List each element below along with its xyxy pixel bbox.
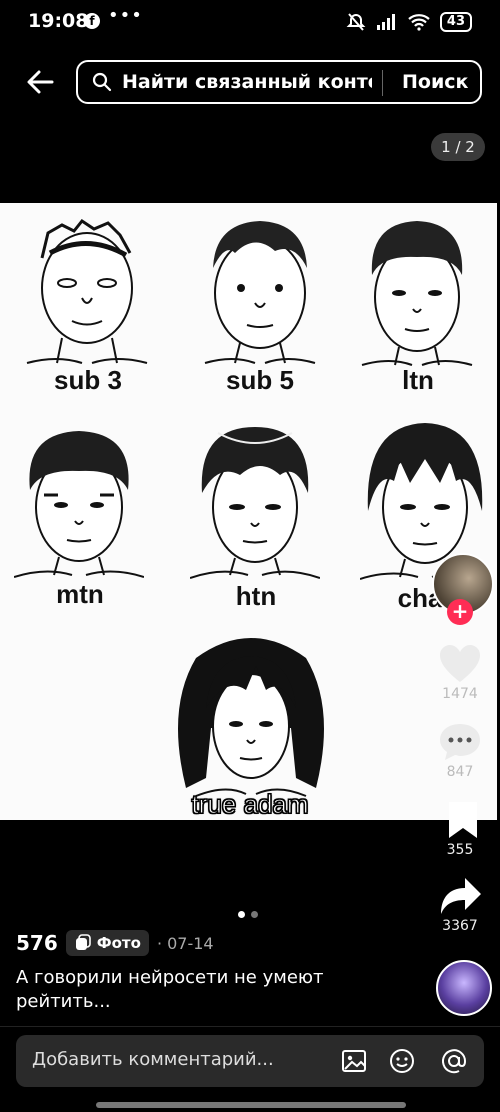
post-count: 576 bbox=[16, 931, 58, 955]
label-sub3: sub 3 bbox=[54, 365, 122, 395]
comment-icon[interactable] bbox=[438, 722, 482, 762]
divider bbox=[0, 1026, 500, 1027]
search-button[interactable]: Поиск bbox=[402, 71, 468, 93]
search-input[interactable]: Найти связанный конте... bbox=[122, 71, 372, 93]
photo-badge-label: Фото bbox=[96, 934, 141, 952]
comments-count: 847 bbox=[446, 764, 474, 780]
facebook-notification-icon: f bbox=[84, 13, 100, 29]
clock: 19:08 bbox=[28, 10, 89, 32]
label-ltn: ltn bbox=[402, 365, 434, 395]
comment-bar[interactable]: Добавить комментарий... bbox=[16, 1035, 484, 1087]
search-icon bbox=[92, 72, 112, 92]
face-mtn bbox=[14, 431, 144, 578]
music-avatar[interactable] bbox=[436, 960, 492, 1016]
label-sub5: sub 5 bbox=[226, 365, 294, 395]
label-htn: htn bbox=[235, 581, 277, 611]
post-image[interactable]: sub 3 sub 5 ltn mtn htn chad true adam bbox=[0, 203, 497, 820]
follow-plus-button[interactable]: + bbox=[447, 599, 473, 625]
photo-badge: Фото bbox=[65, 930, 149, 956]
wifi-icon bbox=[408, 14, 430, 31]
search-divider bbox=[382, 70, 383, 96]
photo-icon bbox=[75, 934, 91, 950]
at-icon[interactable] bbox=[440, 1047, 468, 1075]
back-arrow-icon[interactable] bbox=[24, 66, 56, 98]
face-htn bbox=[190, 427, 320, 579]
carousel-dot-active bbox=[238, 911, 245, 918]
shares-count: 3367 bbox=[442, 918, 478, 934]
face-true-adam bbox=[178, 638, 324, 797]
signal-icon bbox=[376, 14, 395, 30]
more-notifications-dots: ••• bbox=[108, 5, 143, 26]
image-icon[interactable] bbox=[340, 1047, 368, 1075]
saves-count: 355 bbox=[446, 842, 474, 858]
label-true-adam: true adam bbox=[191, 789, 309, 820]
post-meta: 576 Фото · 07-14 bbox=[16, 930, 214, 956]
page-indicator: 1 / 2 bbox=[431, 133, 485, 161]
carousel-dots bbox=[238, 903, 264, 922]
system-icons: 43 bbox=[346, 10, 472, 34]
face-sub3 bbox=[26, 218, 148, 364]
status-bar: 19:08 f ••• 43 bbox=[0, 0, 500, 44]
emoji-icon[interactable] bbox=[388, 1047, 416, 1075]
carousel-dot bbox=[251, 911, 258, 918]
comment-input[interactable]: Добавить комментарий... bbox=[32, 1049, 274, 1070]
likes-count: 1474 bbox=[442, 686, 478, 702]
search-bar[interactable]: Найти связанный конте... Поиск bbox=[76, 60, 482, 104]
post-date: · 07-14 bbox=[156, 933, 214, 953]
bookmark-icon[interactable] bbox=[441, 800, 485, 840]
post-caption[interactable]: А говорили нейросети не умеют рейтить... bbox=[16, 966, 416, 1014]
battery-indicator: 43 bbox=[439, 12, 472, 32]
label-mtn: mtn bbox=[56, 579, 104, 609]
share-icon[interactable] bbox=[439, 876, 483, 916]
heart-icon[interactable] bbox=[438, 644, 482, 684]
face-ltn bbox=[361, 221, 473, 366]
face-sub5 bbox=[204, 221, 316, 364]
mute-icon bbox=[346, 13, 366, 31]
home-indicator bbox=[96, 1102, 406, 1108]
